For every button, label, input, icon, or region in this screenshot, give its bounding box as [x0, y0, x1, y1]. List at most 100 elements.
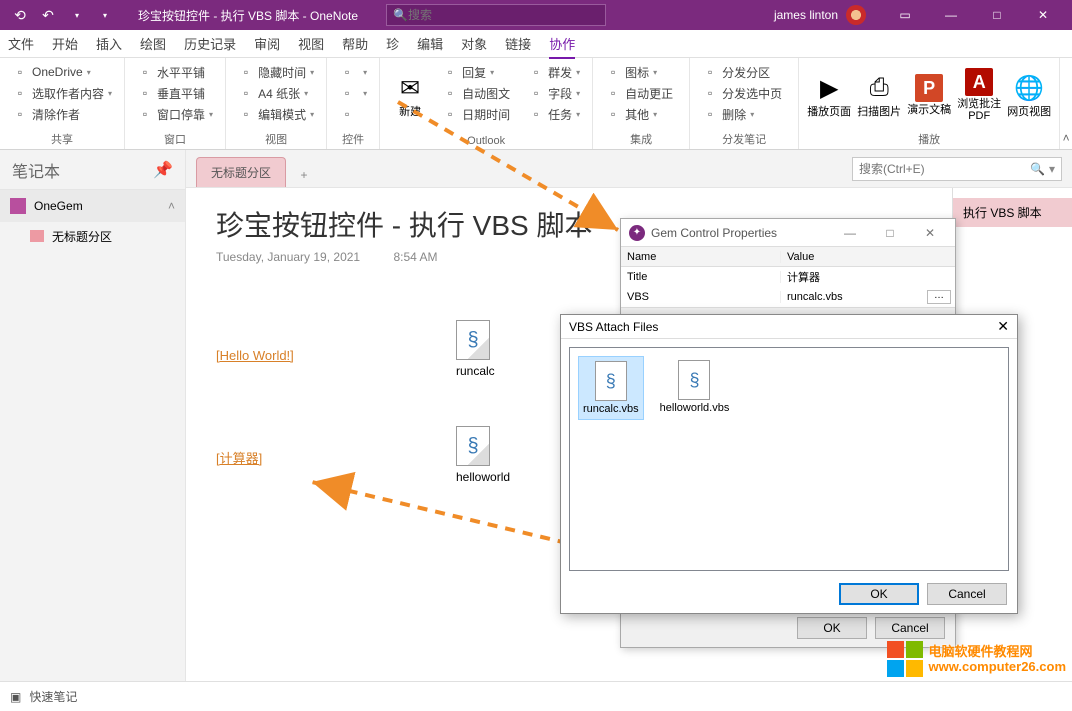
page-search-input[interactable] — [859, 162, 1026, 176]
avatar[interactable] — [846, 5, 866, 25]
menu-开始[interactable]: 开始 — [52, 34, 78, 53]
ribbon-item[interactable]: ▫自动更正 — [601, 83, 681, 103]
close-button[interactable]: ✕ — [913, 226, 947, 240]
ribbon-item[interactable]: ▫其他 — [601, 104, 681, 124]
ribbon-item[interactable]: ▫ — [335, 83, 371, 103]
menu-审阅[interactable]: 审阅 — [254, 34, 280, 53]
cancel-button[interactable]: Cancel — [927, 583, 1007, 605]
ribbon-item[interactable]: ▫图标 — [601, 62, 681, 82]
title-search-input[interactable] — [408, 8, 599, 22]
ribbon-item[interactable]: ▫垂直平铺 — [133, 83, 217, 103]
menu-绘图[interactable]: 绘图 — [140, 34, 166, 53]
ok-button[interactable]: OK — [839, 583, 919, 605]
menu-文件[interactable]: 文件 — [8, 34, 34, 53]
prop-value[interactable]: runcalc.vbs — [781, 291, 849, 303]
undo-dropdown[interactable] — [62, 1, 90, 29]
maximize-button[interactable]: □ — [873, 226, 907, 240]
menu-历史记录[interactable]: 历史记录 — [184, 34, 236, 53]
ribbon-icon: ▫ — [702, 85, 718, 101]
cancel-button[interactable]: Cancel — [875, 617, 945, 639]
back-button[interactable]: ⟲ — [6, 1, 34, 29]
ok-button[interactable]: OK — [797, 617, 867, 639]
ribbon-item[interactable]: ▫日期时间 — [438, 104, 518, 124]
ribbon-item[interactable]: ▫群发 — [524, 62, 584, 82]
browse-button[interactable]: … — [927, 290, 951, 304]
quick-access-more[interactable] — [90, 1, 118, 29]
menu-插入[interactable]: 插入 — [96, 34, 122, 53]
prop-name: Title — [621, 271, 781, 283]
ribbon-item[interactable]: ▫分发分区 — [698, 62, 790, 82]
ribbon-display-button[interactable]: ▭ — [882, 0, 928, 30]
undo-button[interactable]: ↶ — [34, 1, 62, 29]
menu-链接[interactable]: 链接 — [505, 34, 531, 53]
gcp-titlebar[interactable]: ✦ Gem Control Properties — □ ✕ — [621, 219, 955, 247]
title-search[interactable]: 🔍 — [386, 4, 606, 26]
menu-编辑[interactable]: 编辑 — [417, 34, 443, 53]
ribbon-item[interactable]: ▫分发选中页 — [698, 83, 790, 103]
ribbon-big-item[interactable]: ⎙扫描图片 — [857, 62, 901, 128]
vaf-titlebar[interactable]: VBS Attach Files ✕ — [561, 315, 1017, 339]
ribbon-item[interactable]: ▫清除作者 — [8, 104, 116, 124]
link-calculator[interactable]: [计算器] — [216, 451, 262, 466]
status-text[interactable]: 快速笔记 — [29, 688, 77, 705]
minimize-button[interactable]: — — [833, 226, 867, 240]
section-item[interactable]: 无标题分区 — [0, 222, 185, 250]
page-search[interactable]: 🔍 ▾ — [852, 157, 1062, 181]
menu-对象[interactable]: 对象 — [461, 34, 487, 53]
menu-珍[interactable]: 珍 — [386, 34, 399, 53]
section-tabs: 无标题分区 + 🔍 ▾ — [186, 150, 1072, 188]
ribbon-item[interactable]: ▫隐藏时间 — [234, 62, 318, 82]
collapse-ribbon-button[interactable]: ˄ — [1060, 58, 1072, 149]
link-hello-world[interactable]: [Hello World!] — [216, 348, 294, 363]
close-button[interactable]: ✕ — [1020, 0, 1066, 30]
ribbon-big-item[interactable]: A浏览批注 PDF — [957, 62, 1001, 128]
ribbon-item[interactable]: ▫水平平铺 — [133, 62, 217, 82]
ribbon-item[interactable]: ▫编辑模式 — [234, 104, 318, 124]
menu-协作[interactable]: 协作 — [549, 34, 575, 59]
file-item-helloworld[interactable]: § helloworld.vbs — [656, 356, 734, 418]
page-date: Tuesday, January 19, 2021 — [216, 250, 360, 264]
gcp-title-text: Gem Control Properties — [651, 226, 777, 240]
user-name[interactable]: james linton — [774, 8, 838, 22]
ribbon-big-item[interactable]: P演示文稿 — [907, 62, 951, 128]
vbs-file-icon: § — [595, 361, 627, 401]
maximize-button[interactable]: □ — [974, 0, 1020, 30]
pin-icon[interactable]: 📌 — [153, 160, 173, 180]
logo-icon — [887, 641, 923, 677]
ribbon-big-icon: P — [915, 74, 943, 102]
file-icon[interactable]: § — [456, 426, 490, 466]
search-dropdown-icon[interactable]: ▾ — [1049, 162, 1055, 176]
ribbon-item[interactable]: ▫回复 — [438, 62, 518, 82]
ribbon-item[interactable]: ▫A4 纸张 — [234, 83, 318, 103]
page-list: 执行 VBS 脚本 — [952, 188, 1072, 237]
ribbon-item[interactable]: ▫OneDrive — [8, 62, 116, 82]
notebook-item[interactable]: OneGem ˄ — [0, 190, 185, 222]
ribbon-item[interactable]: ▫选取作者内容 — [8, 83, 116, 103]
group-label: 集成 — [601, 131, 681, 147]
minimize-button[interactable]: — — [928, 0, 974, 30]
tab-section[interactable]: 无标题分区 — [196, 157, 286, 187]
ribbon-item[interactable]: ▫自动图文 — [438, 83, 518, 103]
ribbon-big-item[interactable]: ▶播放页面 — [807, 62, 851, 128]
ribbon-item[interactable]: ▫窗口停靠 — [133, 104, 217, 124]
page-list-item[interactable]: 执行 VBS 脚本 — [953, 198, 1072, 227]
add-tab-button[interactable]: + — [292, 163, 316, 187]
notebook-icon — [10, 198, 26, 214]
pages-icon[interactable]: ▣ — [10, 690, 21, 704]
chevron-up-icon: ˄ — [168, 199, 175, 213]
menu-帮助[interactable]: 帮助 — [342, 34, 368, 53]
ribbon-big-item[interactable]: ✉新建 — [388, 62, 432, 128]
ribbon-item[interactable]: ▫ — [335, 62, 371, 82]
ribbon-item[interactable]: ▫ — [335, 104, 371, 124]
ribbon-big-item[interactable]: 🌐网页视图 — [1007, 62, 1051, 128]
file-item-runcalc[interactable]: § runcalc.vbs — [578, 356, 644, 420]
file-icon[interactable]: § — [456, 320, 490, 360]
close-button[interactable]: ✕ — [997, 318, 1009, 335]
ribbon-item[interactable]: ▫删除 — [698, 104, 790, 124]
menu-视图[interactable]: 视图 — [298, 34, 324, 53]
ribbon-item[interactable]: ▫任务 — [524, 104, 584, 124]
file-list[interactable]: § runcalc.vbs § helloworld.vbs — [569, 347, 1009, 571]
ribbon-item[interactable]: ▫字段 — [524, 83, 584, 103]
ribbon-group-集成: ▫图标▫自动更正▫其他集成 — [593, 58, 690, 149]
prop-value[interactable]: 计算器 — [781, 269, 826, 285]
